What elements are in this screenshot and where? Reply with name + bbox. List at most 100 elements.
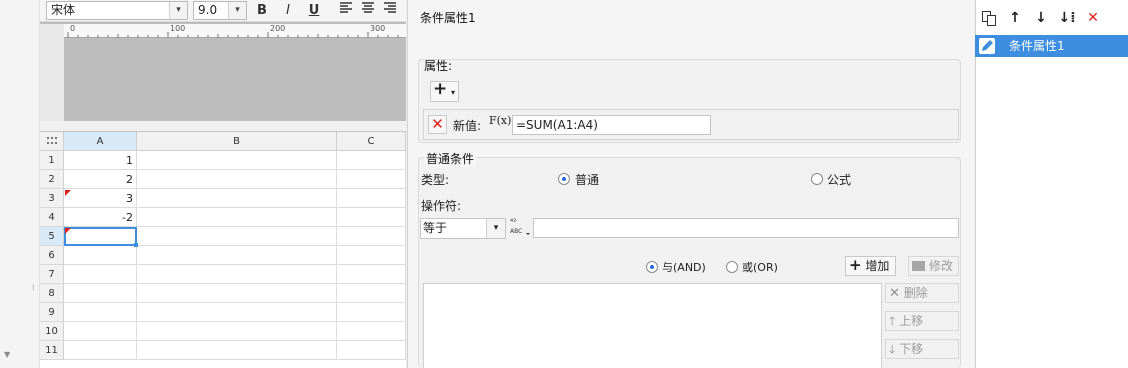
align-right-icon[interactable] <box>380 2 400 20</box>
close-icon: ✕ <box>889 286 900 301</box>
cell-b[interactable] <box>137 322 337 341</box>
operator-select[interactable]: 等于 ▾ <box>420 218 506 239</box>
add-property-dropdown[interactable]: + ▾ <box>430 80 459 102</box>
cell-c[interactable] <box>337 246 406 265</box>
underline-button[interactable]: U <box>304 2 324 20</box>
bold-button[interactable]: B <box>252 2 272 20</box>
cell-b[interactable] <box>137 189 337 208</box>
condition-list[interactable] <box>423 283 882 368</box>
fill-handle[interactable] <box>134 243 138 247</box>
font-family-select[interactable]: 宋体 ▾ <box>46 1 188 20</box>
row-header[interactable]: 2 <box>40 170 64 189</box>
cell-c[interactable] <box>337 303 406 322</box>
cell-a[interactable]: 3 <box>64 189 137 208</box>
delete-condition-button[interactable]: ✕ 删除 <box>885 283 959 303</box>
cell-b[interactable] <box>137 170 337 189</box>
cell-b[interactable] <box>137 284 337 303</box>
delete-icon[interactable]: ✕ <box>1084 8 1102 28</box>
cell-a[interactable] <box>64 341 137 360</box>
align-center-icon[interactable] <box>358 2 378 20</box>
cell-c[interactable] <box>337 284 406 303</box>
cell-a[interactable]: -2 <box>64 208 137 227</box>
row-header[interactable]: 1 <box>40 151 64 170</box>
move-to-bottom-icon[interactable]: ↓⁞ <box>1058 8 1076 28</box>
row-header[interactable]: 4 <box>40 208 64 227</box>
remove-property-icon[interactable]: ✕ <box>428 115 447 134</box>
cell-c[interactable] <box>337 189 406 208</box>
chevron-down-icon[interactable]: ▾ <box>486 219 505 238</box>
cell-c[interactable] <box>337 170 406 189</box>
text-type-icon[interactable]: ⁴² ABC <box>509 216 531 236</box>
resize-handle-icon[interactable]: ⁞ <box>32 284 36 297</box>
grid-menu-icon[interactable] <box>40 132 64 151</box>
cell-c[interactable] <box>337 265 406 284</box>
cell-b[interactable] <box>137 151 337 170</box>
row-header[interactable]: 3 <box>40 189 64 208</box>
cell-c[interactable] <box>337 227 406 246</box>
cell-c[interactable] <box>337 208 406 227</box>
formula-icon[interactable]: F(x) <box>489 114 511 127</box>
row-header[interactable]: 8 <box>40 284 64 303</box>
cell-c[interactable] <box>337 341 406 360</box>
copy-icon[interactable] <box>980 8 998 28</box>
move-down-button[interactable]: 🡓 下移 <box>885 339 959 359</box>
cell-a[interactable]: 2 <box>64 170 137 189</box>
ruler-tick-label: 0 <box>70 24 76 33</box>
cell-a[interactable] <box>64 322 137 341</box>
font-size-select[interactable]: 9.0 ▾ <box>193 1 247 20</box>
and-label[interactable]: 与(AND) <box>662 259 706 275</box>
collapse-arrow-icon[interactable]: ▼ <box>4 350 14 360</box>
cell-a[interactable] <box>64 246 137 265</box>
pencil-icon <box>979 38 995 54</box>
cell-a[interactable] <box>64 303 137 322</box>
plus-icon: + <box>849 256 862 274</box>
cell-a[interactable] <box>64 284 137 303</box>
cell-b[interactable] <box>137 246 337 265</box>
vertical-ruler <box>40 24 64 121</box>
or-radio[interactable] <box>726 261 738 273</box>
left-sidebar-strip: ▼ ⁞ <box>0 0 40 368</box>
cell-c[interactable] <box>337 322 406 341</box>
italic-button[interactable]: I <box>278 2 298 20</box>
cell-a[interactable] <box>64 265 137 284</box>
cell-a[interactable]: 1 <box>64 151 137 170</box>
column-header-a[interactable]: A <box>64 132 137 151</box>
row-header[interactable]: 11 <box>40 341 64 360</box>
svg-text:ABC: ABC <box>510 228 522 235</box>
move-down-icon[interactable]: ↓ <box>1032 8 1050 28</box>
format-toolbar: 宋体 ▾ 9.0 ▾ B I U <box>40 0 406 22</box>
chevron-down-icon[interactable]: ▾ <box>169 2 187 19</box>
new-value-input[interactable]: =SUM(A1:A4) <box>512 115 711 135</box>
row-header[interactable]: 5 <box>40 227 64 246</box>
cell-c[interactable] <box>337 151 406 170</box>
move-up-icon[interactable]: ↑ <box>1006 8 1024 28</box>
add-condition-button[interactable]: + 增加 <box>845 256 896 276</box>
row-header[interactable]: 7 <box>40 265 64 284</box>
and-radio[interactable] <box>646 261 658 273</box>
chevron-down-icon[interactable]: ▾ <box>228 2 246 19</box>
type-formula-label[interactable]: 公式 <box>827 171 851 188</box>
condition-marker-icon <box>65 228 71 234</box>
cell-b[interactable] <box>137 265 337 284</box>
modify-condition-button[interactable]: 修改 <box>908 256 959 276</box>
cell-b[interactable] <box>137 341 337 360</box>
row-header[interactable]: 10 <box>40 322 64 341</box>
selected-cell[interactable] <box>64 227 137 246</box>
column-header-b[interactable]: B <box>137 132 337 151</box>
operand-input[interactable] <box>533 218 959 238</box>
type-normal-radio[interactable] <box>558 173 570 185</box>
cell-b[interactable] <box>137 227 337 246</box>
cell-b[interactable] <box>137 303 337 322</box>
condition-list-item[interactable]: 条件属性1 <box>975 35 1128 57</box>
or-label[interactable]: 或(OR) <box>742 259 778 275</box>
cell-b[interactable] <box>137 208 337 227</box>
move-up-button[interactable]: 🡑 上移 <box>885 311 959 331</box>
type-normal-label[interactable]: 普通 <box>575 171 599 188</box>
row-header[interactable]: 6 <box>40 246 64 265</box>
column-header-c[interactable]: C <box>337 132 406 151</box>
row-header[interactable]: 9 <box>40 303 64 322</box>
align-left-icon[interactable] <box>336 2 356 20</box>
type-formula-radio[interactable] <box>811 173 823 185</box>
condition-item-label: 条件属性1 <box>1009 39 1065 53</box>
operator-label: 操作符: <box>421 199 462 213</box>
